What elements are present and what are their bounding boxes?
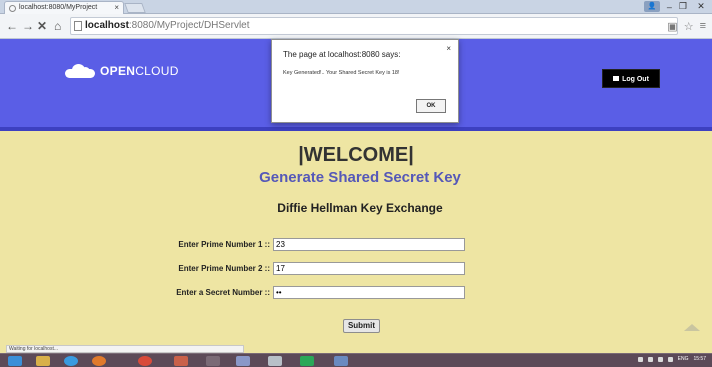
keyboard-icon[interactable] <box>637 356 643 362</box>
dialog-message: Key Generated!.. Your Shared Secret Key … <box>283 70 400 76</box>
home-icon[interactable]: ⌂ <box>54 19 61 33</box>
address-bar[interactable]: localhost:8080/MyProject/DHServlet <box>70 17 678 35</box>
volume-icon[interactable] <box>667 356 673 362</box>
page-favicon-icon <box>9 5 16 12</box>
logo-text-light: CLOUD <box>135 64 179 78</box>
submit-button[interactable]: Submit <box>343 319 380 333</box>
internet-explorer-icon[interactable] <box>64 356 78 366</box>
prime-1-label: Enter Prime Number 1 :: <box>178 240 270 249</box>
dialog-ok-button[interactable]: OK <box>416 99 446 113</box>
windows-taskbar: ENG 15:57 <box>0 353 712 367</box>
logout-label: Log Out <box>622 76 649 83</box>
page-action-icon[interactable]: ▣ <box>667 20 677 33</box>
prime-1-row: Enter Prime Number 1 :: <box>0 238 712 252</box>
logo-text: OPENCLOUD <box>100 64 179 78</box>
spreadsheet-icon[interactable] <box>300 356 314 366</box>
media-player-icon[interactable] <box>174 356 188 366</box>
tab-title: localhost:8080/MyProject <box>19 4 98 11</box>
app-icon[interactable] <box>206 356 220 366</box>
logout-button[interactable]: Log Out <box>602 69 660 88</box>
minimize-icon[interactable]: – <box>667 2 672 12</box>
secret-input[interactable] <box>273 286 465 299</box>
dialog-close-icon[interactable]: × <box>446 44 451 53</box>
close-window-icon[interactable]: ✕ <box>694 1 708 12</box>
user-profile-icon[interactable]: 👤 <box>643 1 660 12</box>
lock-icon <box>613 75 620 81</box>
mail-icon[interactable] <box>236 356 250 366</box>
stop-loading-icon[interactable]: ✕ <box>37 19 47 33</box>
cloud-icon <box>65 64 95 78</box>
network-icon[interactable] <box>657 356 663 362</box>
menu-icon[interactable]: ≡ <box>700 20 706 33</box>
prime-2-label: Enter Prime Number 2 :: <box>178 264 270 273</box>
url-path: :8080/MyProject/DHServlet <box>128 20 250 31</box>
bookmark-star-icon[interactable]: ☆ <box>684 20 694 33</box>
flag-icon[interactable] <box>647 356 653 362</box>
forward-arrow-icon[interactable]: → <box>22 19 34 33</box>
prime-1-input[interactable] <box>273 238 465 251</box>
welcome-heading: |WELCOME| <box>298 144 414 166</box>
logo-text-bold: OPEN <box>100 64 136 78</box>
window-controls: 👤 – ❐ ✕ <box>643 1 708 12</box>
section-heading: Diffie Hellman Key Exchange <box>277 201 443 215</box>
prime-2-row: Enter Prime Number 2 :: <box>0 262 712 276</box>
toolbar-actions: ▣ ☆ ≡ <box>667 20 706 33</box>
opencloud-logo[interactable]: OPENCLOUD <box>65 64 179 78</box>
firefox-icon[interactable] <box>92 356 106 366</box>
prime-2-input[interactable] <box>273 262 465 275</box>
chrome-icon[interactable] <box>138 356 152 366</box>
restore-icon[interactable]: ❐ <box>679 1 687 12</box>
secret-label: Enter a Secret Number :: <box>176 288 270 297</box>
shield-app-icon[interactable] <box>334 356 348 366</box>
browser-tab[interactable]: localhost:8080/MyProject × <box>4 1 124 14</box>
start-button-icon[interactable] <box>8 356 22 366</box>
browser-toolbar: ← → ✕ ⌂ localhost:8080/MyProject/DHServl… <box>0 14 712 39</box>
scroll-to-top-icon[interactable] <box>684 324 700 331</box>
new-tab-button[interactable] <box>124 3 146 13</box>
browser-tab-bar: localhost:8080/MyProject × 👤 – ❐ ✕ <box>0 0 712 14</box>
dialog-title: The page at localhost:8080 says: <box>283 50 401 59</box>
file-explorer-icon[interactable] <box>36 356 50 366</box>
page-icon <box>74 21 82 31</box>
url-host: localhost <box>85 20 129 31</box>
clock[interactable]: 15:57 <box>693 356 706 362</box>
secret-row: Enter a Secret Number :: <box>0 286 712 300</box>
browser-status-bar: Waiting for localhost... <box>6 345 244 353</box>
back-arrow-icon[interactable]: ← <box>6 19 18 33</box>
tab-close-icon[interactable]: × <box>114 3 119 12</box>
page-subtitle: Generate Shared Secret Key <box>259 169 461 186</box>
network-app-icon[interactable] <box>268 356 282 366</box>
language-indicator[interactable]: ENG <box>678 356 689 362</box>
alert-dialog: The page at localhost:8080 says: × Key G… <box>271 39 459 123</box>
system-tray: ENG 15:57 <box>637 356 706 362</box>
